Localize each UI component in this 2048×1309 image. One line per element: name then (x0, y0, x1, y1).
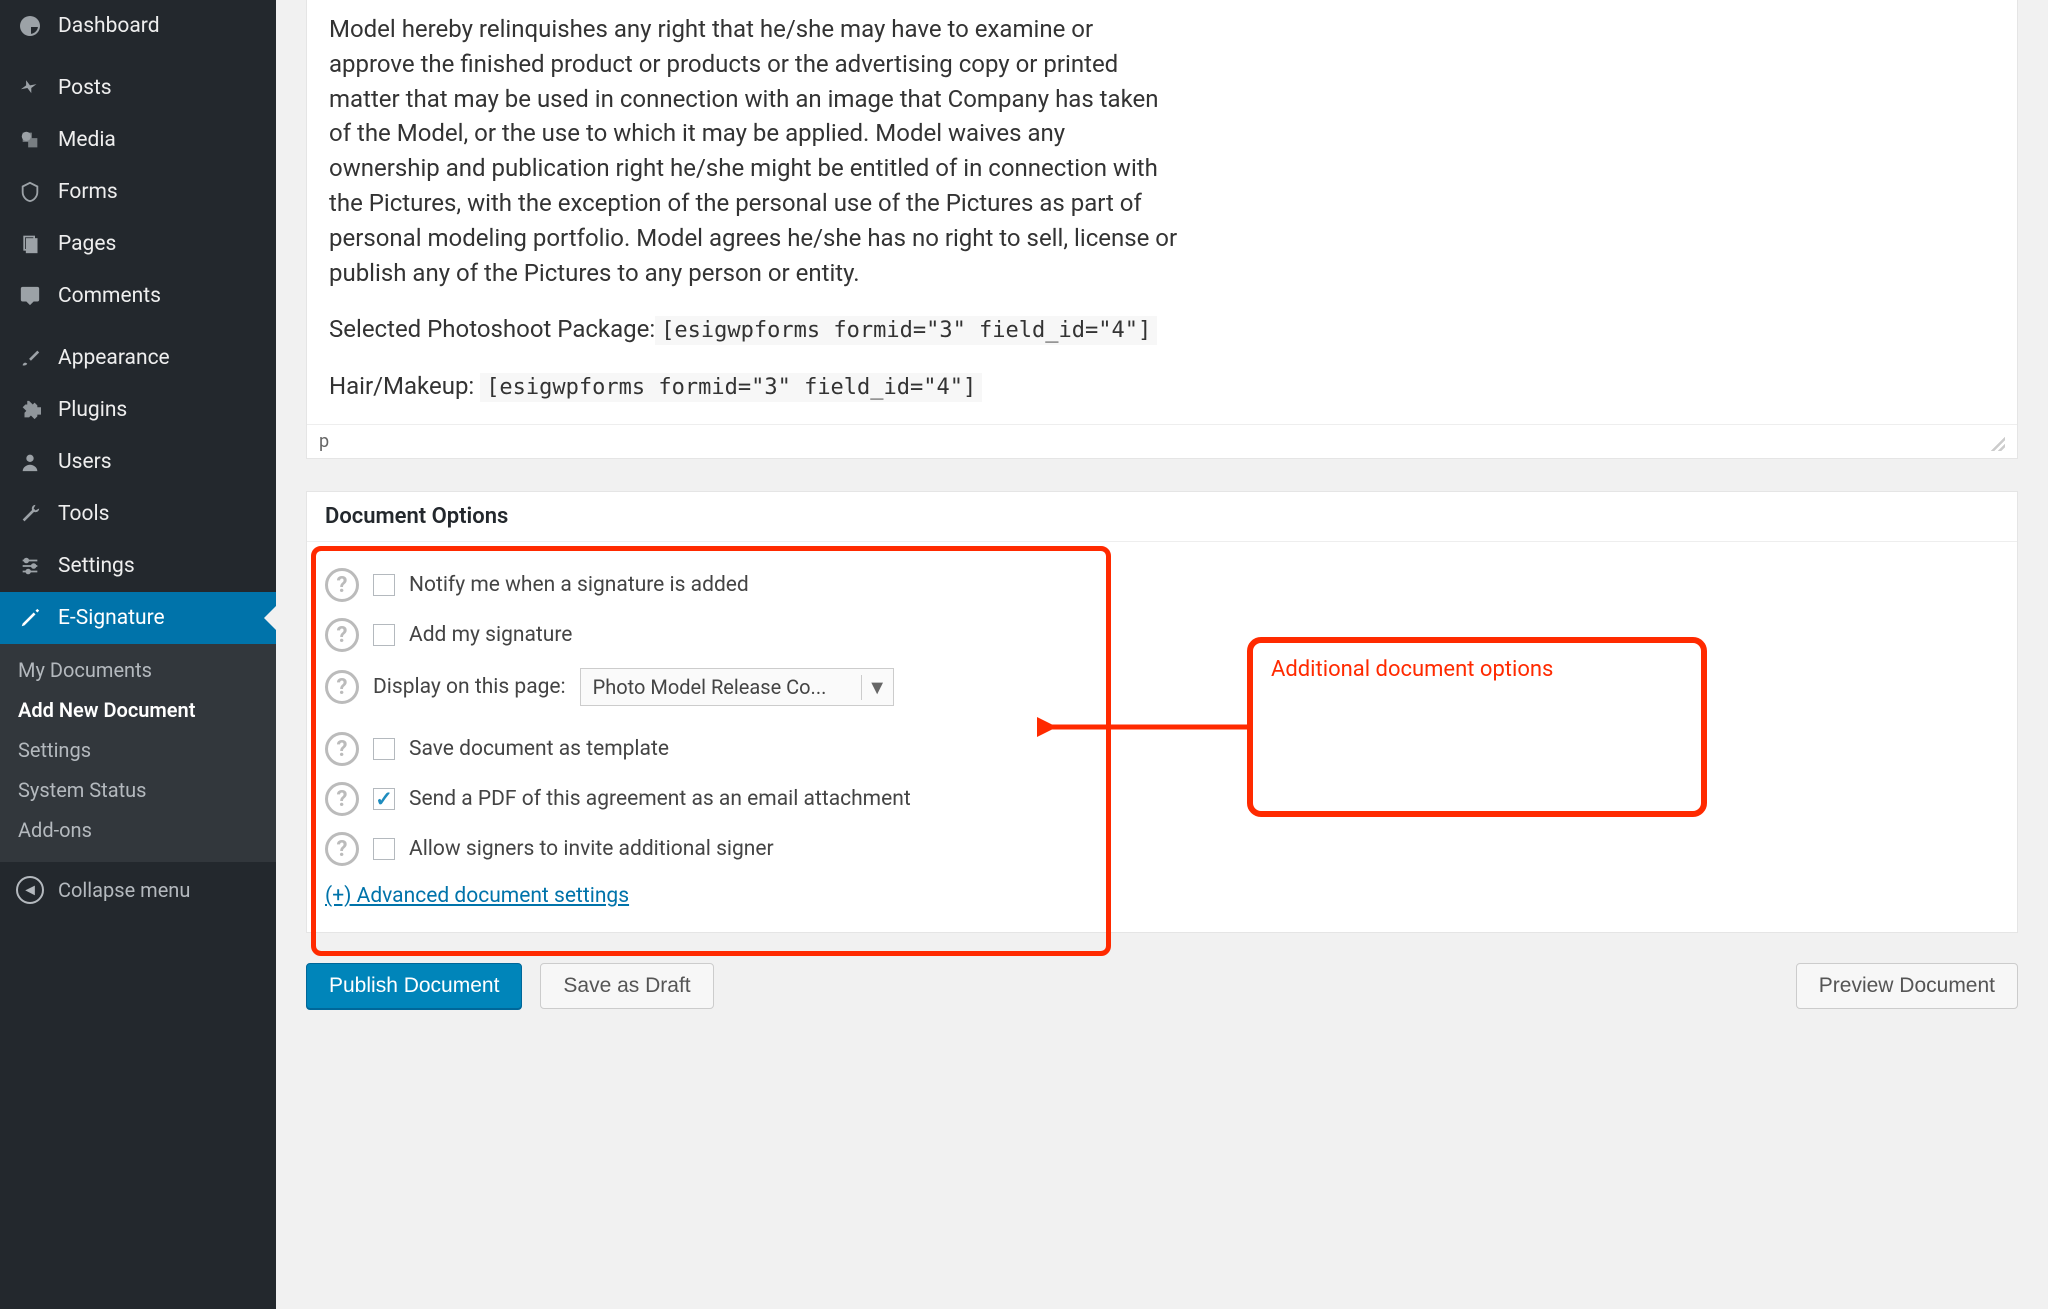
main-content: Model hereby relinquishes any right that… (276, 0, 2048, 1309)
help-icon[interactable]: ? (325, 732, 359, 766)
add-signature-checkbox[interactable] (373, 624, 395, 646)
sidebar-item-pages[interactable]: Pages (0, 218, 276, 270)
sidebar-label: Forms (58, 180, 118, 204)
hairmakeup-shortcode: [esigwpforms formid="3" field_id="4"] (480, 373, 982, 402)
sidebar-item-dashboard[interactable]: Dashboard (0, 0, 276, 52)
media-icon (16, 126, 44, 154)
pages-icon (16, 230, 44, 258)
hairmakeup-label: Hair/Makeup: (329, 372, 480, 400)
collapse-label: Collapse menu (58, 878, 190, 902)
save-draft-button[interactable]: Save as Draft (540, 963, 713, 1009)
sidebar-label: Tools (58, 502, 109, 526)
option-send-pdf-row: ? ✓ Send a PDF of this agreement as an e… (325, 774, 1999, 824)
editor-box: Model hereby relinquishes any right that… (306, 0, 2018, 459)
option-allow-invite-row: ? Allow signers to invite additional sig… (325, 824, 1999, 874)
sidebar-label: Users (58, 450, 112, 474)
sidebar-item-media[interactable]: Media (0, 114, 276, 166)
comments-icon (16, 282, 44, 310)
sidebar-item-forms[interactable]: Forms (0, 166, 276, 218)
sidebar-item-plugins[interactable]: Plugins (0, 384, 276, 436)
sidebar-label: E-Signature (58, 606, 165, 630)
sidebar-label: Comments (58, 284, 161, 308)
select-value: Photo Model Release Co... (581, 675, 861, 699)
package-shortcode: [esigwpforms formid="3" field_id="4"] (655, 316, 1157, 345)
editor-path[interactable]: p (319, 431, 329, 452)
sidebar-item-comments[interactable]: Comments (0, 270, 276, 322)
save-template-label: Save document as template (409, 737, 669, 761)
publish-button[interactable]: Publish Document (306, 963, 522, 1009)
option-save-template-row: ? Save document as template (325, 724, 1999, 774)
sliders-icon (16, 552, 44, 580)
sidebar-item-esignature[interactable]: E-Signature (0, 592, 276, 644)
submenu-addons[interactable]: Add-ons (0, 810, 276, 850)
option-display-page-row: ? Display on this page: Photo Model Rele… (325, 660, 1999, 714)
collapse-icon: ◄ (16, 876, 44, 904)
admin-sidebar: Dashboard Posts Media Forms Pages Commen… (0, 0, 276, 1309)
user-icon (16, 448, 44, 476)
editor-status-bar: p (307, 424, 2017, 458)
sidebar-label: Appearance (58, 346, 170, 370)
sidebar-item-posts[interactable]: Posts (0, 62, 276, 114)
package-label: Selected Photoshoot Package: (329, 315, 655, 343)
sidebar-item-tools[interactable]: Tools (0, 488, 276, 540)
brush-icon (16, 344, 44, 372)
preview-button[interactable]: Preview Document (1796, 963, 2018, 1009)
wrench-icon (16, 500, 44, 528)
allow-invite-checkbox[interactable] (373, 838, 395, 860)
document-options-title: Document Options (307, 492, 2017, 542)
sidebar-label: Posts (58, 76, 112, 100)
notify-label: Notify me when a signature is added (409, 573, 749, 597)
action-buttons: Publish Document Save as Draft Preview D… (306, 963, 2018, 1009)
annotation-callout: Additional document options (1247, 637, 1707, 817)
submenu-settings[interactable]: Settings (0, 730, 276, 770)
display-page-label: Display on this page: (373, 675, 566, 699)
sidebar-label: Plugins (58, 398, 127, 422)
editor-body-text: Model hereby relinquishes any right that… (329, 12, 1179, 290)
sidebar-item-settings[interactable]: Settings (0, 540, 276, 592)
sidebar-label: Dashboard (58, 14, 160, 38)
advanced-settings-link[interactable]: (+) Advanced document settings (325, 884, 629, 908)
notify-checkbox[interactable] (373, 574, 395, 596)
send-pdf-checkbox[interactable]: ✓ (373, 788, 395, 810)
pen-icon (16, 604, 44, 632)
option-add-signature-row: ? Add my signature (325, 610, 1999, 660)
sidebar-label: Settings (58, 554, 135, 578)
document-options-box: Document Options ? Notify me when a sign… (306, 491, 2018, 933)
editor-content[interactable]: Model hereby relinquishes any right that… (307, 0, 2017, 424)
add-signature-label: Add my signature (409, 623, 572, 647)
dashboard-icon (16, 12, 44, 40)
sidebar-submenu: My Documents Add New Document Settings S… (0, 644, 276, 862)
forms-icon (16, 178, 44, 206)
allow-invite-label: Allow signers to invite additional signe… (409, 837, 774, 861)
sidebar-item-appearance[interactable]: Appearance (0, 332, 276, 384)
help-icon[interactable]: ? (325, 670, 359, 704)
chevron-down-icon: ▼ (861, 675, 893, 700)
sidebar-label: Media (58, 128, 116, 152)
collapse-menu-button[interactable]: ◄ Collapse menu (0, 862, 276, 918)
display-page-select[interactable]: Photo Model Release Co... ▼ (580, 668, 894, 706)
plugin-icon (16, 396, 44, 424)
send-pdf-label: Send a PDF of this agreement as an email… (409, 787, 911, 811)
help-icon[interactable]: ? (325, 832, 359, 866)
sidebar-label: Pages (58, 232, 116, 256)
help-icon[interactable]: ? (325, 568, 359, 602)
submenu-add-new-document[interactable]: Add New Document (0, 690, 276, 730)
help-icon[interactable]: ? (325, 618, 359, 652)
submenu-system-status[interactable]: System Status (0, 770, 276, 810)
help-icon[interactable]: ? (325, 782, 359, 816)
annotation-text: Additional document options (1271, 657, 1553, 682)
submenu-my-documents[interactable]: My Documents (0, 650, 276, 690)
pin-icon (16, 74, 44, 102)
resize-handle[interactable] (1987, 433, 2005, 451)
save-template-checkbox[interactable] (373, 738, 395, 760)
option-notify-row: ? Notify me when a signature is added (325, 560, 1999, 610)
sidebar-item-users[interactable]: Users (0, 436, 276, 488)
